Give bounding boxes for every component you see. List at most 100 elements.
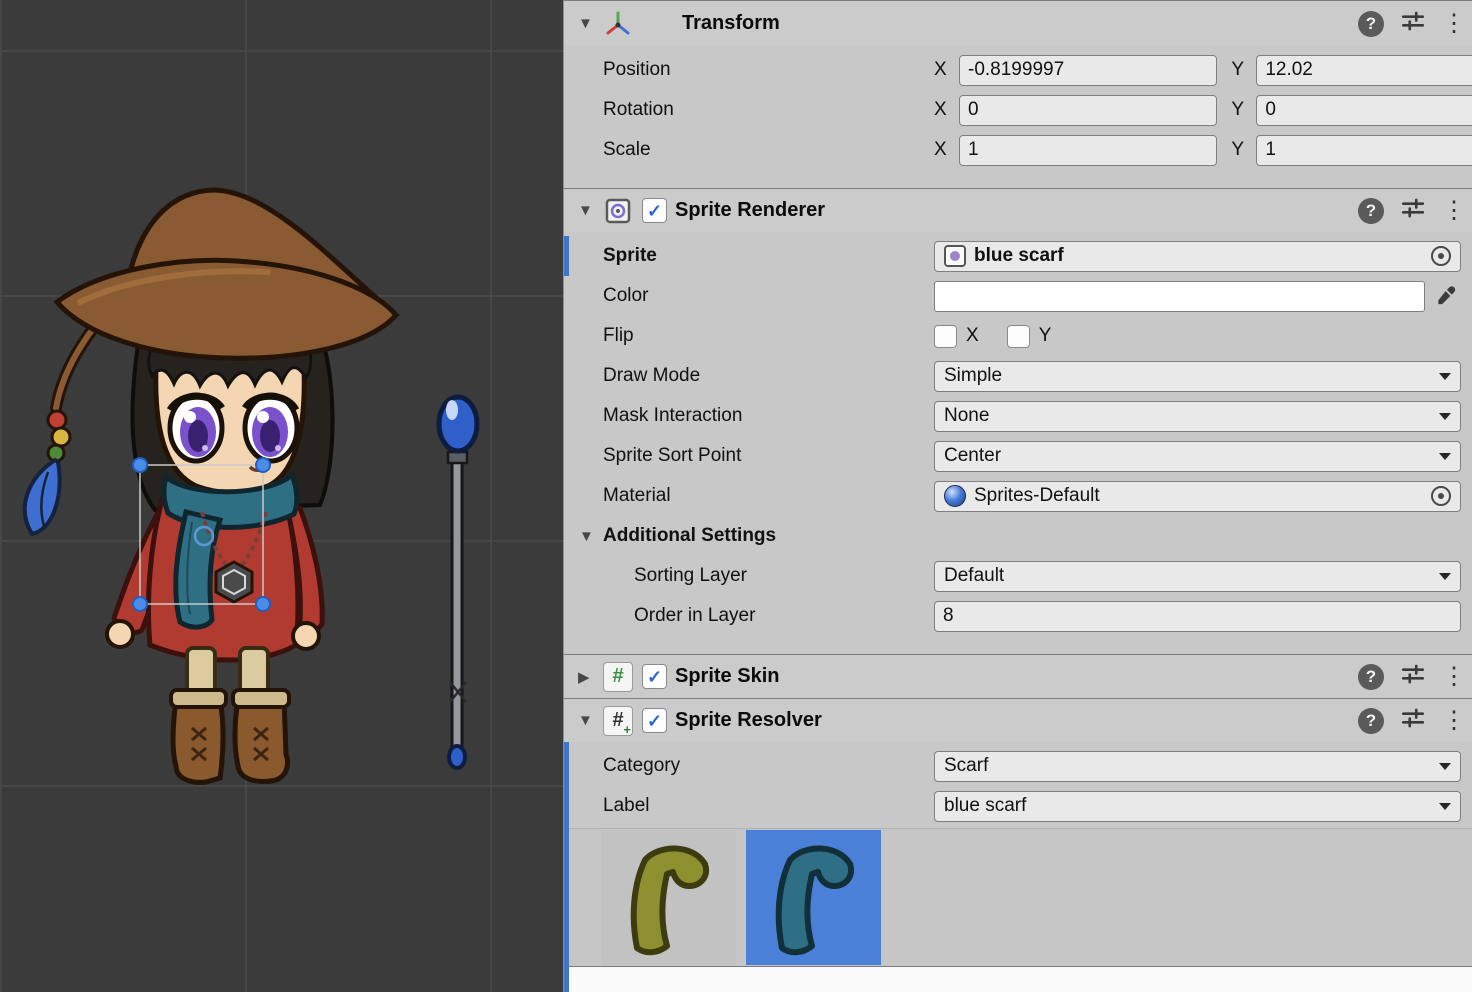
component-enabled-checkbox[interactable]: ✓ xyxy=(642,708,667,733)
kebab-menu-icon[interactable]: ⋮ xyxy=(1442,199,1456,223)
color-swatch[interactable] xyxy=(934,281,1425,312)
sprite-thumbnail-icon xyxy=(944,245,966,267)
eyedropper-icon[interactable] xyxy=(1431,281,1461,312)
boots xyxy=(171,690,289,782)
rotation-x-field[interactable] xyxy=(959,95,1217,126)
sprite-label: Sprite xyxy=(603,245,934,267)
sprite-renderer-header[interactable]: ▼ ✓ Sprite Renderer ? ⋮ xyxy=(564,188,1472,232)
flip-y-checkbox[interactable] xyxy=(1007,325,1030,348)
sorting-layer-dropdown[interactable]: Default xyxy=(934,561,1461,592)
axis-y-label[interactable]: Y xyxy=(1231,139,1256,161)
scale-label: Scale xyxy=(603,139,934,161)
help-icon[interactable]: ? xyxy=(1358,198,1384,224)
position-row: Position X Y Z xyxy=(564,50,1472,90)
foldout-open-icon[interactable]: ▼ xyxy=(578,202,602,219)
help-icon[interactable]: ? xyxy=(1358,664,1384,690)
mask-interaction-label: Mask Interaction xyxy=(603,405,934,427)
foldout-closed-icon[interactable]: ▶ xyxy=(578,668,602,686)
sprite-variant-blue-scarf[interactable] xyxy=(746,830,881,965)
color-label: Color xyxy=(603,285,934,307)
draw-mode-value: Simple xyxy=(944,365,1002,387)
rotation-row: Rotation X Y Z xyxy=(564,90,1472,130)
scale-x-field[interactable] xyxy=(959,135,1217,166)
draw-mode-label: Draw Mode xyxy=(603,365,934,387)
position-y-field[interactable] xyxy=(1256,55,1472,86)
sprite-resolver-body: Category Scarf Label blue scarf xyxy=(564,742,1472,992)
flip-x-checkbox[interactable] xyxy=(934,325,957,348)
presets-icon[interactable] xyxy=(1400,195,1426,226)
selection-handle-top-right xyxy=(256,458,270,472)
material-object-name: Sprites-Default xyxy=(974,485,1100,507)
help-icon[interactable]: ? xyxy=(1358,708,1384,734)
axis-x-label[interactable]: X xyxy=(934,99,959,121)
order-in-layer-label: Order in Layer xyxy=(634,605,934,627)
component-enabled-checkbox[interactable]: ✓ xyxy=(642,198,667,223)
foldout-open-icon[interactable]: ▼ xyxy=(579,528,603,545)
sprite-sort-point-value: Center xyxy=(944,445,1001,467)
order-in-layer-field[interactable] xyxy=(934,601,1461,632)
order-in-layer-row: Order in Layer xyxy=(564,596,1472,636)
component-title: Sprite Skin xyxy=(675,665,779,688)
object-picker-icon[interactable] xyxy=(1431,486,1451,506)
scale-row: Scale X Y Z xyxy=(564,130,1472,170)
label-dropdown[interactable]: blue scarf xyxy=(934,791,1461,822)
component-title: Transform xyxy=(682,12,780,35)
component-title: Sprite Resolver xyxy=(675,709,822,732)
sprite-renderer-icon xyxy=(602,195,634,227)
material-sphere-icon xyxy=(944,485,966,507)
kebab-menu-icon[interactable]: ⋮ xyxy=(1442,709,1456,733)
staff-sprite[interactable] xyxy=(439,397,477,768)
character-sprite[interactable] xyxy=(25,190,396,782)
material-row: Material Sprites-Default xyxy=(564,476,1472,516)
material-object-field[interactable]: Sprites-Default xyxy=(934,481,1461,512)
draw-mode-row: Draw Mode Simple xyxy=(564,356,1472,396)
category-dropdown[interactable]: Scarf xyxy=(934,751,1461,782)
sorting-layer-row: Sorting Layer Default xyxy=(564,556,1472,596)
rotation-y-field[interactable] xyxy=(1256,95,1472,126)
sprite-variant-green-scarf[interactable] xyxy=(601,830,736,965)
sprite-object-field[interactable]: blue scarf xyxy=(934,241,1461,272)
color-row: Color xyxy=(564,276,1472,316)
label-row: Label blue scarf xyxy=(564,786,1472,826)
foldout-open-icon[interactable]: ▼ xyxy=(578,712,602,729)
sprite-skin-header[interactable]: ▶ # ✓ Sprite Skin ? ⋮ xyxy=(564,654,1472,698)
object-picker-icon[interactable] xyxy=(1431,246,1451,266)
mask-interaction-value: None xyxy=(944,405,989,427)
category-value: Scarf xyxy=(944,755,988,777)
unity-editor-window: ▼ Transform ? ⋮ xyxy=(0,0,1472,992)
transform-header[interactable]: ▼ Transform ? ⋮ xyxy=(564,0,1472,46)
wizard-hat xyxy=(57,190,396,358)
foldout-open-icon[interactable]: ▼ xyxy=(578,15,602,32)
axis-x-label[interactable]: X xyxy=(934,59,959,81)
draw-mode-dropdown[interactable]: Simple xyxy=(934,361,1461,392)
flip-x-label: X xyxy=(966,325,979,347)
axis-x-label[interactable]: X xyxy=(934,139,959,161)
presets-icon[interactable] xyxy=(1400,661,1426,692)
sprite-skin-icon: # xyxy=(602,661,634,693)
kebab-menu-icon[interactable]: ⋮ xyxy=(1442,665,1456,689)
mask-interaction-row: Mask Interaction None xyxy=(564,396,1472,436)
help-icon[interactable]: ? xyxy=(1358,11,1384,37)
mask-interaction-dropdown[interactable]: None xyxy=(934,401,1461,432)
additional-settings-row[interactable]: ▼ Additional Settings xyxy=(564,516,1472,556)
component-enabled-checkbox[interactable]: ✓ xyxy=(642,664,667,689)
preview-pane xyxy=(564,966,1472,992)
inspector-panel: ▼ Transform ? ⋮ xyxy=(563,0,1472,992)
sorting-layer-label: Sorting Layer xyxy=(634,565,934,587)
presets-icon[interactable] xyxy=(1400,8,1426,39)
position-x-field[interactable] xyxy=(959,55,1217,86)
flip-label: Flip xyxy=(603,325,934,347)
presets-icon[interactable] xyxy=(1400,705,1426,736)
scene-view[interactable] xyxy=(0,0,563,992)
sprite-sort-point-dropdown[interactable]: Center xyxy=(934,441,1461,472)
sprite-resolver-header[interactable]: ▼ #+ ✓ Sprite Resolver ? ⋮ xyxy=(564,698,1472,742)
scale-y-field[interactable] xyxy=(1256,135,1472,166)
rotation-label: Rotation xyxy=(603,99,934,121)
axis-y-label[interactable]: Y xyxy=(1231,99,1256,121)
transform-body: Position X Y Z Rotation X Y Z Scale X xyxy=(564,46,1472,188)
kebab-menu-icon[interactable]: ⋮ xyxy=(1442,12,1456,36)
flip-row: Flip X Y xyxy=(564,316,1472,356)
position-label: Position xyxy=(603,59,934,81)
sprite-sort-point-label: Sprite Sort Point xyxy=(603,445,934,467)
axis-y-label[interactable]: Y xyxy=(1231,59,1256,81)
